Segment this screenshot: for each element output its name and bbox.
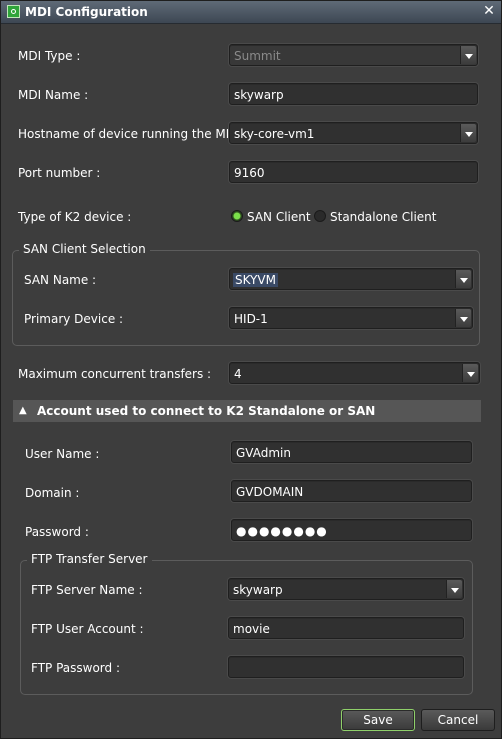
- san-client-radio-label[interactable]: SAN Client: [247, 210, 311, 224]
- password-label: Password :: [25, 525, 89, 539]
- san-name-value: SKYVM: [233, 273, 278, 287]
- hostname-value: sky-core-vm1: [234, 127, 315, 141]
- ftp-server-name-select[interactable]: skywarp: [228, 578, 464, 600]
- ftp-password-label: FTP Password :: [31, 661, 120, 675]
- mdi-name-value: skywarp: [234, 88, 284, 102]
- domain-input[interactable]: GVDOMAIN: [231, 480, 472, 502]
- hostname-label: Hostname of device running the MDI :: [18, 127, 247, 141]
- max-transfers-select[interactable]: 4: [229, 362, 480, 384]
- mdi-name-label: MDI Name :: [18, 88, 89, 102]
- window-title: MDI Configuration: [25, 5, 148, 19]
- ftp-transfer-server-title: FTP Transfer Server: [27, 552, 152, 566]
- user-name-label: User Name :: [25, 447, 100, 461]
- port-input[interactable]: 9160: [229, 161, 478, 183]
- san-name-label: SAN Name :: [24, 273, 97, 287]
- account-section-title: Account used to connect to K2 Standalone…: [37, 404, 376, 418]
- cancel-button[interactable]: Cancel: [421, 709, 495, 731]
- domain-value: GVDOMAIN: [236, 485, 304, 499]
- ftp-user-account-value: movie: [233, 622, 270, 636]
- chevron-down-icon[interactable]: [446, 580, 462, 598]
- port-label: Port number :: [18, 166, 101, 180]
- chevron-down-icon[interactable]: [462, 364, 478, 382]
- title-bar[interactable]: MDI Configuration ✕: [1, 1, 501, 24]
- k2-type-label: Type of K2 device :: [18, 210, 132, 224]
- primary-device-label: Primary Device :: [24, 312, 124, 326]
- mdi-type-label: MDI Type :: [18, 49, 81, 63]
- ftp-server-name-value: skywarp: [233, 583, 283, 597]
- mdi-type-select: Summit: [229, 44, 478, 66]
- mdi-type-value: Summit: [234, 49, 281, 63]
- standalone-client-radio[interactable]: [314, 210, 326, 222]
- chevron-down-icon[interactable]: [460, 124, 476, 142]
- password-input[interactable]: ●●●●●●●●: [231, 519, 472, 541]
- chevron-up-icon[interactable]: ▲: [19, 405, 27, 416]
- app-icon: [7, 5, 20, 18]
- mdi-name-input[interactable]: skywarp: [229, 83, 478, 105]
- san-name-select[interactable]: SKYVM: [229, 268, 473, 290]
- ftp-password-input[interactable]: [228, 656, 464, 678]
- chevron-down-icon[interactable]: [455, 309, 471, 327]
- standalone-client-radio-label[interactable]: Standalone Client: [330, 210, 436, 224]
- primary-device-select[interactable]: HID-1: [229, 307, 473, 329]
- domain-label: Domain :: [25, 486, 80, 500]
- san-client-selection-title: SAN Client Selection: [19, 242, 150, 256]
- san-client-radio[interactable]: [231, 210, 243, 222]
- hostname-select[interactable]: sky-core-vm1: [229, 122, 478, 144]
- chevron-down-icon[interactable]: [455, 270, 471, 288]
- password-value: ●●●●●●●●: [236, 524, 328, 538]
- san-client-selection-group: SAN Client Selection: [12, 242, 480, 346]
- mdi-configuration-dialog: MDI Configuration ✕ MDI Type : Summit MD…: [0, 0, 502, 739]
- user-name-input[interactable]: GVAdmin: [231, 441, 472, 463]
- max-transfers-value: 4: [234, 367, 242, 381]
- ftp-user-account-input[interactable]: movie: [228, 617, 464, 639]
- user-name-value: GVAdmin: [236, 446, 291, 460]
- account-section-header[interactable]: ▲ Account used to connect to K2 Standalo…: [13, 400, 481, 422]
- ftp-user-account-label: FTP User Account :: [31, 622, 144, 636]
- ftp-server-name-label: FTP Server Name :: [31, 583, 143, 597]
- max-transfers-label: Maximum concurrent transfers :: [18, 367, 212, 381]
- save-button[interactable]: Save: [341, 709, 415, 731]
- chevron-down-icon: [460, 46, 476, 64]
- close-icon[interactable]: ✕: [480, 2, 498, 20]
- port-value: 9160: [234, 166, 265, 180]
- primary-device-value: HID-1: [234, 312, 268, 326]
